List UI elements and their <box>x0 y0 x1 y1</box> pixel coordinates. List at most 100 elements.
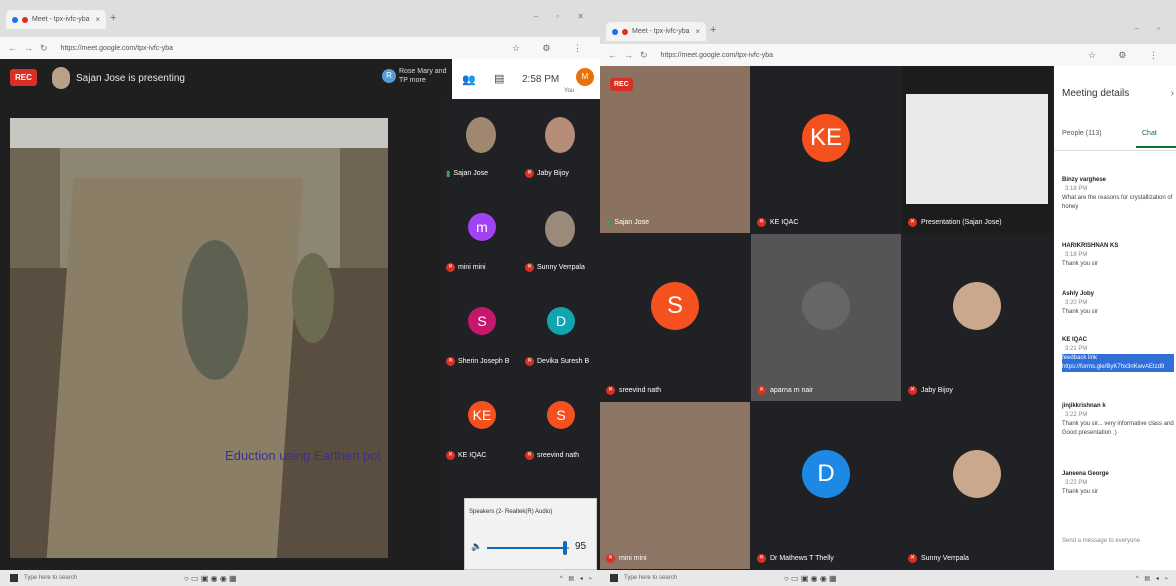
participant-tile[interactable]: ▮ Sajan Jose <box>600 66 750 233</box>
chat-sender: jinjikkrishnan k <box>1062 403 1106 409</box>
browser-tab[interactable]: Meet - tpx-ivfc-yba × <box>606 22 706 41</box>
participant-tile[interactable]: ✕ mini mini <box>600 402 750 569</box>
remote-name: Rose Mary and TP more <box>399 68 447 84</box>
earthen-pot-large <box>182 240 248 380</box>
windows-start-icon[interactable] <box>10 574 18 582</box>
browser-tabbar: Meet - tpx-ivfc-yba × + – ▫ ✕ <box>0 0 600 37</box>
participant-label: ✕ Sunny Verrpala <box>908 554 969 563</box>
participant-name: mini mini <box>458 264 486 271</box>
new-tab-icon[interactable]: + <box>110 12 116 24</box>
chat-time: 3:20 PM <box>1065 300 1088 306</box>
back-icon[interactable]: ← <box>8 43 17 53</box>
back-icon[interactable]: ← <box>608 50 617 60</box>
close-tab-icon[interactable]: × <box>95 15 100 24</box>
mic-off-icon: ✕ <box>525 263 534 272</box>
participant-name: mini mini <box>619 555 647 562</box>
url-field[interactable]: https://meet.google.com/tpx-ivfc-yba <box>61 45 173 52</box>
presenter-avatar <box>52 67 70 89</box>
self-label: You <box>564 88 575 94</box>
mic-off-icon: ✕ <box>446 263 455 272</box>
chat-sender: KE IQAC <box>1062 337 1088 343</box>
participant-tile[interactable]: S ✕ sreevind nath <box>600 234 750 401</box>
participant-tile[interactable]: m ✕ mini mini <box>442 193 521 285</box>
participant-name: Sunny Verrpala <box>921 555 969 562</box>
chat-icon[interactable]: ▤ <box>494 72 504 85</box>
window-controls[interactable]: – ▫ ✕ <box>534 12 592 21</box>
participant-tile[interactable]: ✕ Presentation (Sajan Jose) <box>902 66 1052 233</box>
participant-name: KE IQAC <box>458 452 487 459</box>
taskbar-search[interactable]: Type here to search <box>24 575 144 581</box>
participant-tile[interactable]: ✕ Jaby Bijoy <box>521 99 600 191</box>
tab-people[interactable]: People (113) <box>1062 130 1102 137</box>
taskbar-apps[interactable]: ○ ▭ ▣ ◉ ◉ ▦ <box>784 574 837 583</box>
volume-slider[interactable] <box>487 541 569 555</box>
participant-tile[interactable]: D ✕ Devika Suresh B <box>521 287 600 379</box>
meet-top-bar: REC Sajan Jose is presenting R Rose Mary… <box>0 59 452 99</box>
chat-time: 3:18 PM <box>1065 252 1088 258</box>
participant-tile[interactable]: KE ✕ KE IQAC <box>751 66 901 233</box>
mic-off-icon: ✕ <box>908 554 917 563</box>
chat-text: Thank you sir <box>1062 309 1099 315</box>
participant-tile[interactable]: D ✕ Dr Mathews T Thelly <box>751 402 901 569</box>
participant-tile[interactable]: ✕ Sunny Verrpala <box>902 402 1052 569</box>
participant-avatar: KE <box>468 401 496 429</box>
reload-icon[interactable]: ↻ <box>640 50 648 61</box>
mic-off-icon: ✕ <box>525 169 534 178</box>
reload-icon[interactable]: ↻ <box>40 43 48 54</box>
participant-tile[interactable]: ▮ Sajan Jose <box>442 99 521 191</box>
participant-label: ▮ Sajan Jose <box>606 218 649 227</box>
close-tab-icon[interactable]: × <box>695 27 700 36</box>
chat-time: 3:21 PM <box>1065 346 1088 352</box>
participant-label: ✕ sreevind nath <box>525 451 579 460</box>
windows-start-icon[interactable] <box>610 574 618 582</box>
participant-name: sreevind nath <box>619 387 662 394</box>
forward-icon[interactable]: → <box>24 43 33 53</box>
participant-avatar: S <box>468 307 496 335</box>
chat-message: Binzy varghese 3:18 PM What are the reason… <box>1062 176 1174 212</box>
browser-tab[interactable]: Meet - tpx-ivfc-yba × <box>6 10 106 29</box>
taskbar-search[interactable]: Type here to search <box>624 575 744 581</box>
chat-text: feedback link <box>1062 354 1174 363</box>
participant-tile[interactable]: S ✕ sreevind nath <box>521 381 600 473</box>
participant-grid: ▮ Sajan Jose ✕ Jaby Bijoy m ✕ mini mini ✕ Sunny … <box>442 99 600 554</box>
mic-off-icon: ✕ <box>446 357 455 366</box>
participant-tile[interactable]: ✕ Sunny Verrpala <box>521 193 600 285</box>
browser-toolbar-icons[interactable]: ☆ ⚙ ⋮ <box>1088 50 1168 61</box>
participant-label: ▮ Sajan Jose <box>446 169 488 178</box>
taskbar-apps[interactable]: ○ ▭ ▣ ◉ ◉ ▦ <box>184 574 237 583</box>
rec-badge: REC <box>10 69 37 86</box>
participant-tile[interactable]: ✕ Jaby Bijoy <box>902 234 1052 401</box>
chat-link[interactable]: https://forms.gle/ByK7hx3nKwvAEtzd9 <box>1062 363 1174 372</box>
shared-screen-thumbnail <box>906 94 1048 204</box>
tab-chat[interactable]: Chat <box>1142 130 1157 137</box>
participant-avatar: S <box>547 401 575 429</box>
window-controls[interactable]: – ▫ <box>1134 24 1168 33</box>
chat-input[interactable]: Send a message to everyone <box>1062 538 1140 544</box>
participant-tile[interactable]: S ✕ Sherin Joseph B <box>442 287 521 379</box>
rec-badge: REC <box>610 78 633 91</box>
participant-label: ✕ mini mini <box>446 263 486 272</box>
system-tray[interactable]: ^ ▤ ◂ ⌁ <box>560 575 594 582</box>
forward-icon[interactable]: → <box>624 50 633 60</box>
address-bar: ← → ↻ https://meet.google.com/tpx-ivfc-y… <box>0 37 600 59</box>
details-title: Meeting details <box>1062 88 1130 99</box>
remote-avatar: R <box>382 69 396 83</box>
participant-photo <box>802 282 850 330</box>
participant-label: ✕ Sherin Joseph B <box>446 357 509 366</box>
new-tab-icon[interactable]: + <box>710 24 716 36</box>
browser-toolbar-icons[interactable]: ☆ ⚙ ⋮ <box>512 43 592 54</box>
participant-tile[interactable]: ✕ aparna m nair <box>751 234 901 401</box>
chat-text: What are the reasons for crystallization… <box>1062 195 1173 210</box>
participant-name: Jaby Bijoy <box>537 170 569 177</box>
participant-tile[interactable]: KE ✕ KE IQAC <box>442 381 521 473</box>
recording-dot-icon <box>22 16 28 23</box>
people-icon[interactable]: 👥 <box>462 73 476 86</box>
volume-knob[interactable] <box>562 541 567 555</box>
self-avatar[interactable]: M <box>576 68 594 86</box>
tab-title: Meet - tpx-ivfc-yba <box>32 16 90 23</box>
mic-off-icon: ✕ <box>446 451 455 460</box>
close-panel-icon[interactable]: › <box>1171 88 1174 99</box>
system-tray[interactable]: ^ ▤ ◂ ⌁ <box>1136 575 1170 582</box>
url-field[interactable]: https://meet.google.com/tpx-ivfc-yba <box>661 52 773 59</box>
volume-icon[interactable]: 🔈 <box>471 541 482 552</box>
